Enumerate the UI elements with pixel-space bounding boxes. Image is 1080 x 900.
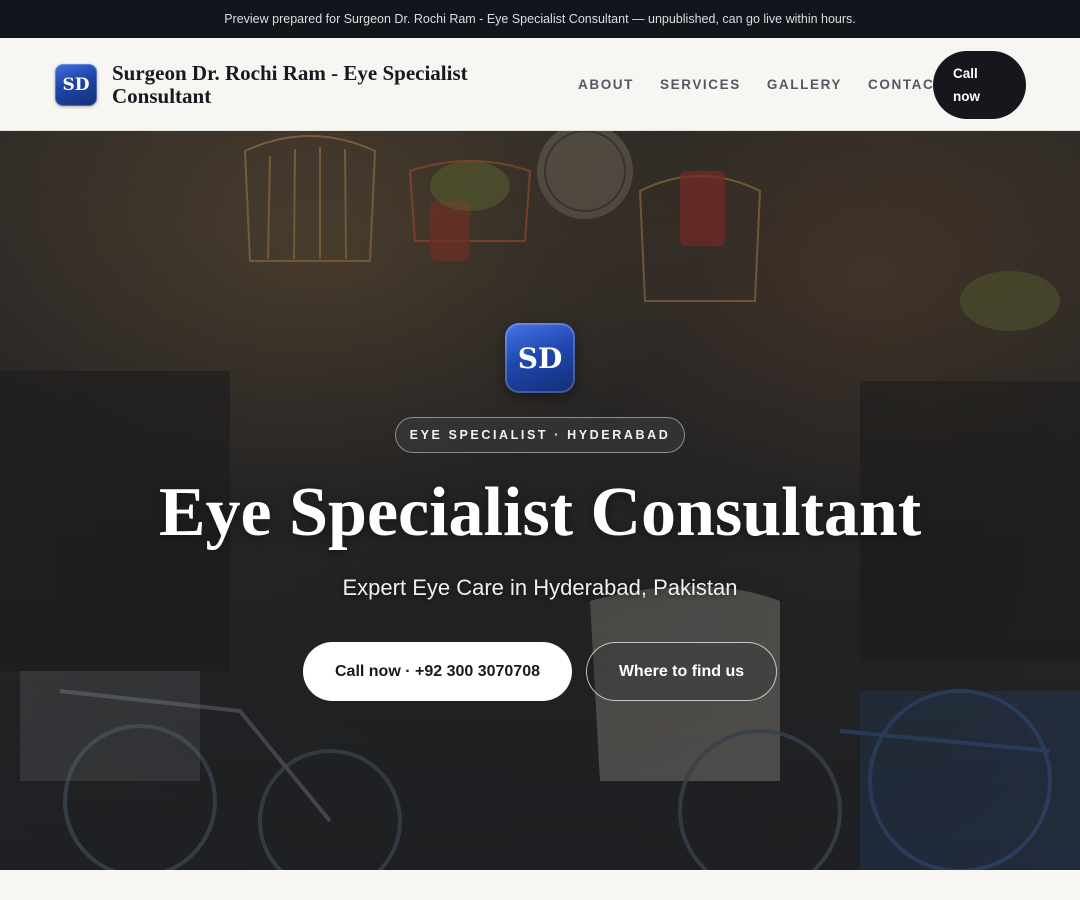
brand-logo-initials: SD (62, 75, 90, 95)
preview-banner: Preview prepared for Surgeon Dr. Rochi R… (0, 0, 1080, 38)
hero-logo-initials: SD (517, 341, 563, 375)
nav-link-about[interactable]: ABOUT (578, 77, 634, 92)
nav-link-services[interactable]: SERVICES (660, 77, 741, 92)
preview-banner-text: Preview prepared for Surgeon Dr. Rochi R… (224, 12, 856, 26)
hero-badge: EYE SPECIALIST · HYDERABAD (395, 417, 685, 453)
hero-logo: SD (505, 323, 575, 393)
brand-logo[interactable]: SD (55, 64, 97, 106)
next-section (0, 870, 1080, 900)
site-header: SD Surgeon Dr. Rochi Ram - Eye Specialis… (0, 38, 1080, 131)
where-to-find-us-button[interactable]: Where to find us (586, 642, 777, 701)
hero-section: SD EYE SPECIALIST · HYDERABAD Eye Specia… (0, 131, 1080, 870)
header-call-button-label: Call now (953, 66, 980, 104)
hero-title: Eye Specialist Consultant (158, 474, 922, 551)
call-now-button[interactable]: Call now · +92 300 3070708 (303, 642, 572, 701)
nav-link-gallery[interactable]: GALLERY (767, 77, 842, 92)
hero-subtitle: Expert Eye Care in Hyderabad, Pakistan (342, 575, 738, 600)
header-call-button[interactable]: Call now (933, 51, 1026, 119)
main-nav: ABOUT SERVICES GALLERY CONTACT (578, 77, 970, 92)
brand-name[interactable]: Surgeon Dr. Rochi Ram - Eye Specialist C… (112, 62, 532, 108)
